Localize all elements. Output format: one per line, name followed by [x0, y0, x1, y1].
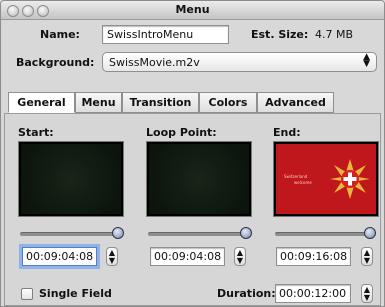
background-popup-value: SwissMovie.m2v — [109, 56, 200, 69]
title-bar[interactable]: Menu — [1, 1, 384, 20]
tab-general[interactable]: General — [8, 92, 75, 113]
start-preview — [18, 141, 124, 217]
window-title: Menu — [175, 3, 210, 16]
start-stepper[interactable]: ▲ ▼ — [106, 247, 118, 266]
end-preview: Switzerland welcome — [273, 141, 379, 217]
start-slider-thumb[interactable] — [112, 227, 124, 239]
end-label: End: — [273, 126, 301, 139]
loop-timecode-field[interactable]: 00:09:04:08 — [150, 247, 225, 266]
menu-window: Menu Name: SwissIntroMenu Est. Size: 4.7… — [0, 0, 385, 307]
name-field[interactable]: SwissIntroMenu — [102, 25, 229, 44]
popup-arrows-icon: ▲ ▼ — [363, 52, 370, 69]
duration-field[interactable]: 00:00:12:00 — [275, 284, 351, 303]
tab-advanced[interactable]: Advanced — [257, 92, 334, 113]
duration-label: Duration: — [217, 287, 276, 300]
tab-menu[interactable]: Menu — [75, 92, 122, 113]
loop-stepper[interactable]: ▲ ▼ — [234, 247, 246, 266]
duration-stepper[interactable]: ▲ ▼ — [361, 284, 373, 303]
end-timecode-field[interactable]: 00:09:16:08 — [276, 247, 351, 266]
swiss-emblem-icon — [330, 159, 370, 199]
end-stepper[interactable]: ▲ ▼ — [361, 247, 373, 266]
preview-caption-2: welcome — [294, 180, 312, 185]
loop-point-preview — [146, 141, 252, 217]
tab-transition[interactable]: Transition — [122, 92, 199, 113]
preview-caption-1: Switzerland — [284, 174, 308, 179]
loop-slider-thumb[interactable] — [240, 227, 252, 239]
start-slider-track[interactable] — [20, 232, 118, 236]
end-slider-thumb[interactable] — [364, 227, 376, 239]
name-label: Name: — [40, 28, 80, 41]
start-label: Start: — [18, 126, 54, 139]
est-size-value: 4.7 MB — [315, 28, 354, 41]
start-timecode-field[interactable]: 00:09:04:08 — [22, 247, 97, 266]
background-popup[interactable]: SwissMovie.m2v ▲ ▼ — [102, 52, 377, 72]
single-field-checkbox[interactable] — [21, 288, 33, 300]
tab-colors[interactable]: Colors — [199, 92, 257, 113]
loop-slider-track[interactable] — [148, 232, 246, 236]
background-label: Background: — [16, 56, 95, 69]
single-field-label: Single Field — [39, 287, 112, 300]
est-size-label: Est. Size: — [251, 28, 309, 41]
loop-point-label: Loop Point: — [146, 126, 217, 139]
end-slider-track[interactable] — [275, 232, 371, 236]
